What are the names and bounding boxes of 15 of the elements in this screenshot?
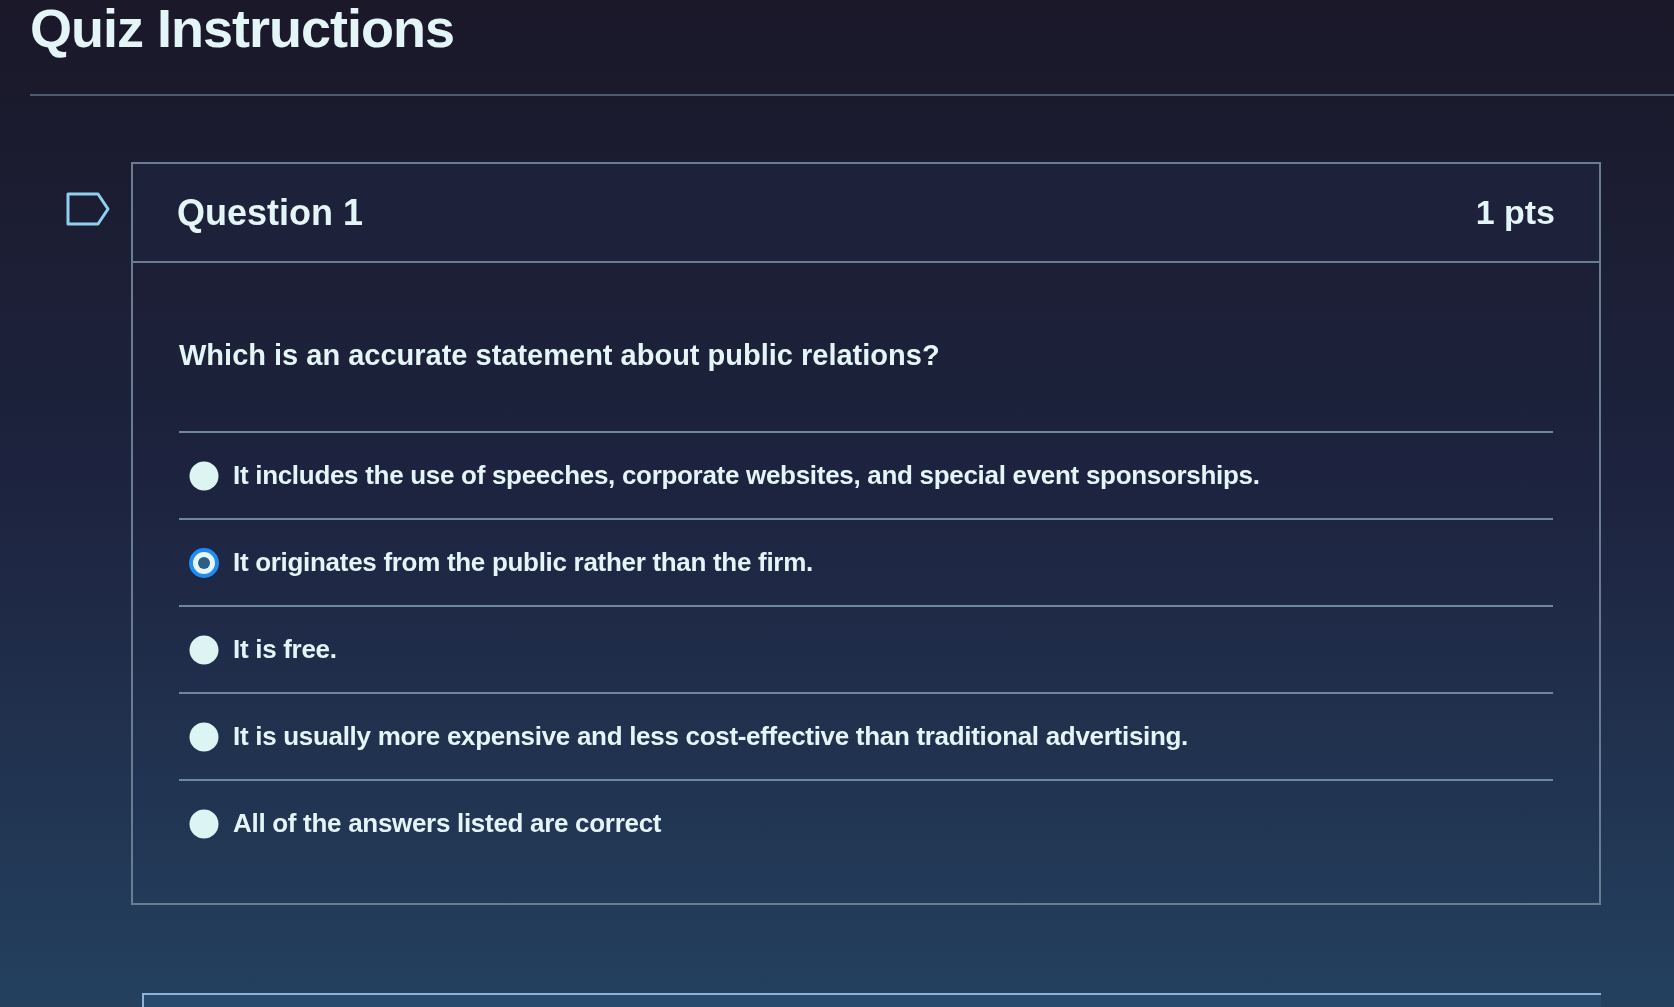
radio-unselected[interactable] bbox=[189, 634, 219, 665]
bookmark-icon[interactable] bbox=[66, 192, 110, 226]
answer-label[interactable]: All of the answers listed are correct bbox=[233, 804, 662, 843]
radio-unselected[interactable] bbox=[189, 808, 219, 839]
answer-label[interactable]: It includes the use of speeches, corporate websites, and special event sponsorships. bbox=[233, 456, 1260, 495]
question-title: Question 1 bbox=[177, 190, 364, 235]
radio-unselected[interactable] bbox=[189, 721, 219, 752]
page-title: Quiz Instructions bbox=[30, 0, 455, 56]
question-text: Which is an accurate statement about public relations? bbox=[179, 338, 941, 373]
answer-label[interactable]: It is usually more expensive and less cost-effective than traditional advertising. bbox=[233, 717, 1189, 756]
question-points: 1 pts bbox=[1475, 192, 1555, 233]
answer-label[interactable]: It is free. bbox=[233, 630, 337, 669]
radio-unselected[interactable] bbox=[189, 460, 219, 491]
answer-label[interactable]: It originates from the public rather than the firm. bbox=[233, 543, 813, 582]
radio-selected[interactable] bbox=[189, 547, 219, 578]
